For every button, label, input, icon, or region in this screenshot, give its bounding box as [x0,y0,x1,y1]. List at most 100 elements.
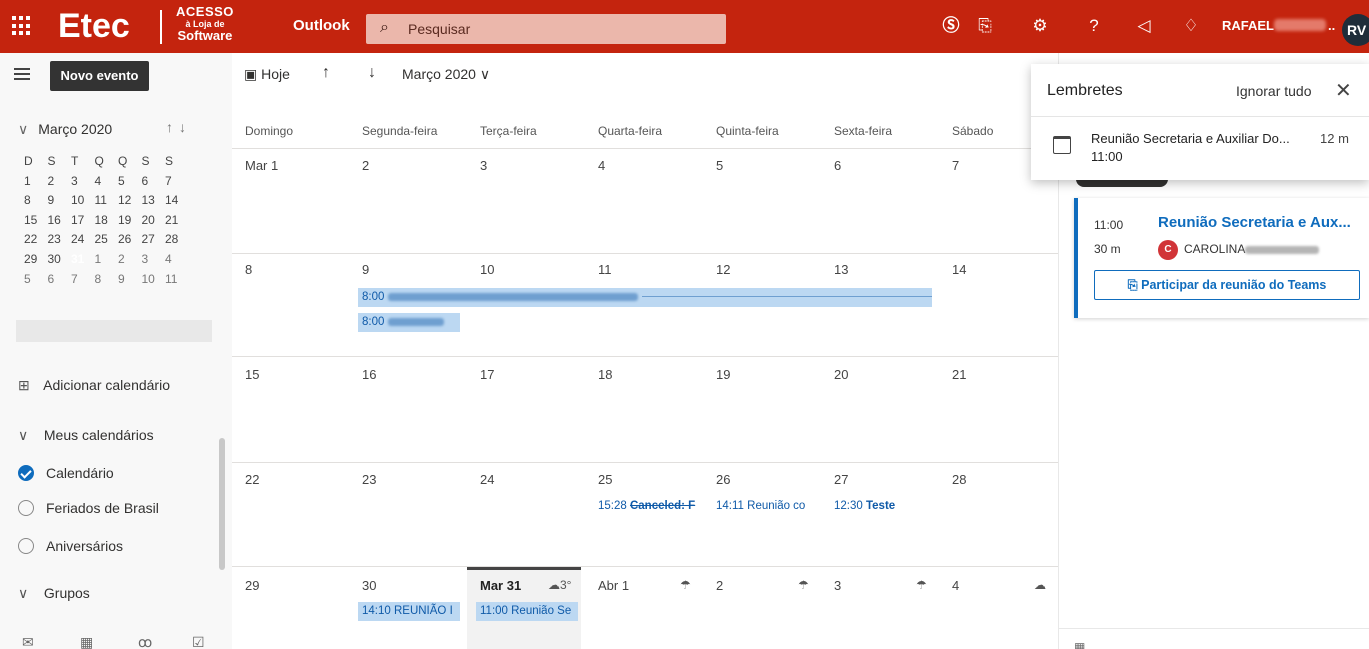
calendar-item-calendario[interactable]: Calendário [18,465,114,481]
mini-day[interactable]: 26 [114,230,138,250]
arrow-down-icon[interactable]: ↓ [179,119,192,135]
day-number[interactable]: 21 [952,367,966,382]
close-icon[interactable]: ✕ [1335,78,1352,103]
bell-icon[interactable]: ♢ [1180,16,1202,36]
day-number[interactable]: 17 [480,367,494,382]
mini-day[interactable]: 13 [138,191,162,211]
mini-day[interactable]: 5 [20,270,44,290]
agenda-event-card[interactable]: 11:00 30 m Reunião Secretaria e Aux... C… [1074,198,1369,318]
mini-day[interactable]: 10 [138,270,162,290]
day-number[interactable]: 20 [834,367,848,382]
day-number[interactable]: 8 [245,262,252,277]
mini-day[interactable]: 4 [91,172,115,192]
day-number[interactable]: 22 [245,472,259,487]
day-number[interactable]: 19 [716,367,730,382]
mini-day[interactable]: 15 [20,211,44,231]
mini-day-today[interactable]: 31 [66,248,91,270]
day-number[interactable]: 28 [952,472,966,487]
day-number[interactable]: 9 [362,262,369,277]
day-number[interactable]: 27 [834,472,848,487]
mini-day[interactable]: 18 [91,211,115,231]
day-number[interactable]: 2 [716,578,723,593]
mini-day[interactable]: 11 [161,270,185,290]
mini-day[interactable]: 24 [67,230,91,250]
mini-day[interactable]: 1 [20,172,44,192]
day-number[interactable]: 11 [598,262,612,277]
day-number[interactable]: 12 [716,262,730,277]
calendar-event[interactable]: 8:00 [358,313,460,332]
day-number[interactable]: 23 [362,472,376,487]
day-number-today[interactable]: Mar 31 [480,578,521,593]
mini-day[interactable]: 2 [44,172,68,192]
avatar[interactable]: RV [1342,14,1369,46]
help-icon[interactable]: ? [1083,16,1105,36]
mini-day[interactable]: 19 [114,211,138,231]
mini-day[interactable]: 6 [138,172,162,192]
hamburger-menu-icon[interactable] [14,68,30,80]
sidebar-scrollbar[interactable] [219,438,225,570]
mini-day[interactable]: 5 [114,172,138,192]
calendar-event[interactable]: 12:30 Teste [834,497,946,516]
mini-day[interactable]: 9 [114,270,138,290]
mini-day[interactable]: 10 [67,191,91,211]
day-number[interactable]: Mar 1 [245,158,278,173]
mini-day[interactable]: 2 [114,250,138,270]
arrow-up-icon[interactable]: ↑ [166,119,179,135]
mini-day[interactable]: 3 [67,172,91,192]
app-launcher-icon[interactable] [12,16,32,36]
my-calendars-header[interactable]: ∨ Meus calendários [18,427,154,444]
calendar-event[interactable]: 14:10 REUNIÃO I [358,602,460,621]
previous-arrow-icon[interactable]: ↑ [322,64,330,82]
mini-day[interactable]: 11 [91,191,115,211]
day-number[interactable]: 3 [834,578,841,593]
day-number[interactable]: 3 [480,158,487,173]
mini-day[interactable]: 28 [161,230,185,250]
empty-circle-icon[interactable] [18,538,34,554]
user-name[interactable]: RAFAEL [1222,18,1274,33]
day-number[interactable]: 15 [245,367,259,382]
join-teams-button[interactable]: ⎘ Participar da reunião do Teams [1094,270,1360,300]
mini-cal-nav[interactable]: ↑↓ [166,119,192,135]
new-event-button[interactable]: Novo evento [50,61,149,91]
todo-icon[interactable]: ☑ [192,634,205,649]
people-icon[interactable]: ꝏ [138,634,152,649]
day-number[interactable]: 7 [952,158,959,173]
teams-icon[interactable]: ⎘ [974,16,996,36]
day-number[interactable]: 26 [716,472,730,487]
month-picker[interactable]: Março 2020 ∨ [402,66,490,83]
mini-day[interactable]: 8 [91,270,115,290]
calendar-event[interactable]: 15:28 Canceled: F [598,497,710,516]
calendar-event[interactable]: 8:00 [358,288,932,307]
calendar-small-icon[interactable]: ▦ [1074,640,1085,649]
mini-day[interactable]: 1 [91,250,115,270]
mini-day[interactable]: 8 [20,191,44,211]
search-box[interactable]: ⌕ Pesquisar [366,14,726,44]
skype-icon[interactable]: Ⓢ [940,16,962,36]
day-number[interactable]: 6 [834,158,841,173]
mini-day[interactable]: 12 [114,191,138,211]
calendar-event[interactable]: 11:00 Reunião Se [476,602,578,621]
calendar-item-aniversarios[interactable]: Aniversários [18,538,123,554]
gear-icon[interactable]: ⚙ [1029,16,1051,36]
day-number[interactable]: 24 [480,472,494,487]
calendar-item-feriados[interactable]: Feriados de Brasil [18,500,159,516]
mini-day[interactable]: 3 [138,250,162,270]
day-number[interactable]: 29 [245,578,259,593]
reminder-title[interactable]: Reunião Secretaria e Auxiliar Do... [1091,131,1290,146]
mini-day[interactable]: 29 [20,250,44,270]
day-number[interactable]: 14 [952,262,966,277]
mini-day[interactable]: 30 [44,250,68,270]
mini-day[interactable]: 4 [161,250,185,270]
add-calendar-button[interactable]: ⊞ Adicionar calendário [18,377,170,394]
day-number[interactable]: 30 [362,578,376,593]
day-number[interactable]: Abr 1 [598,578,629,593]
day-number[interactable]: 16 [362,367,376,382]
mini-day[interactable]: 9 [44,191,68,211]
app-name[interactable]: Outlook [293,17,350,34]
mini-day[interactable]: 21 [161,211,185,231]
empty-circle-icon[interactable] [18,500,34,516]
day-number[interactable]: 4 [598,158,605,173]
day-number[interactable]: 5 [716,158,723,173]
day-number[interactable]: 10 [480,262,494,277]
day-number[interactable]: 2 [362,158,369,173]
